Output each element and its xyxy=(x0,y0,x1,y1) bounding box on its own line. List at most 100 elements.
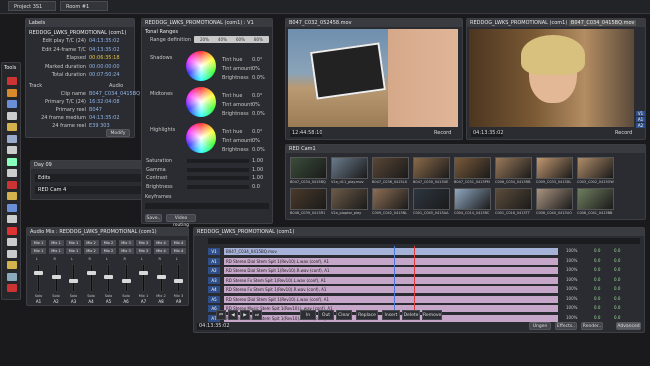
channel-button[interactable]: Solo xyxy=(66,294,81,298)
track-badge[interactable]: A1 xyxy=(636,117,645,122)
bin-item-edits[interactable]: Edits xyxy=(35,174,147,182)
track-clip[interactable]: RD Stereo Dial Stem Spit 1(Rev10).L.wav … xyxy=(224,257,558,265)
clip-thumbnail[interactable] xyxy=(495,188,532,210)
tonal-slider-track[interactable] xyxy=(187,184,249,189)
tool-icon-12[interactable] xyxy=(7,215,17,223)
fader-track[interactable] xyxy=(139,264,148,292)
slider-value[interactable]: 0.0 xyxy=(252,184,260,190)
tonal-slider-track[interactable] xyxy=(187,167,249,172)
timeline-timecode[interactable]: 04:13:35:02 xyxy=(197,323,229,330)
bus-button[interactable]: Mix 1 xyxy=(48,248,64,254)
tool-icon-13[interactable] xyxy=(7,226,17,235)
transport-forward-icon[interactable]: ⏭ xyxy=(252,310,262,320)
slider-value[interactable]: 1.00 xyxy=(252,158,263,164)
track-clip[interactable]: B047_C034_0415BQ.mov xyxy=(224,248,558,255)
transport-clear-button[interactable]: Clear xyxy=(336,310,352,320)
label-row-name[interactable]: Total duration xyxy=(29,72,86,78)
effects-button[interactable]: Effects.. xyxy=(555,322,577,330)
fader-knob[interactable] xyxy=(34,271,43,275)
keyframes-track[interactable] xyxy=(145,203,269,209)
clip-thumbnail[interactable] xyxy=(495,157,532,179)
channel-button[interactable]: Mix 1 xyxy=(136,294,151,298)
param-value[interactable]: 0% xyxy=(252,102,260,108)
param-value[interactable]: 0% xyxy=(252,138,260,144)
clip-thumbnail[interactable] xyxy=(536,157,573,179)
label-row-name[interactable]: Elapsed xyxy=(29,55,86,61)
clip-thumbnail[interactable] xyxy=(536,188,573,210)
viewer2-record-button[interactable]: Record xyxy=(615,130,632,136)
track-id[interactable]: A2 xyxy=(208,267,220,274)
clip-thumbnail[interactable] xyxy=(577,157,614,179)
tool-icon-9[interactable] xyxy=(7,180,17,189)
bus-button[interactable]: Mix 2 xyxy=(101,240,116,246)
label-row-name[interactable]: Edit 24-frame T/C xyxy=(29,47,86,53)
bus-button[interactable]: Mix 2 xyxy=(101,248,116,254)
tonal-slider-track[interactable] xyxy=(187,159,249,163)
fader-knob[interactable] xyxy=(121,279,131,283)
tool-icon-5[interactable] xyxy=(7,134,17,143)
viewer1-record-button[interactable]: Record xyxy=(434,130,451,136)
track-id[interactable]: A4 xyxy=(208,286,220,293)
tab-room[interactable]: Room #1 xyxy=(60,1,108,11)
bus-button[interactable]: Mix 4 xyxy=(153,240,169,246)
bus-button[interactable]: Mix 4 xyxy=(171,240,186,246)
bus-button[interactable]: Mix 1 xyxy=(48,240,64,246)
bus-button[interactable]: Mix 1 xyxy=(31,248,46,254)
record-video-frame[interactable] xyxy=(469,29,634,127)
bus-button[interactable]: Mix 4 xyxy=(171,248,186,254)
track-clip[interactable]: RD Stereo Dial Stem Spit 1(Rev10).R.wav … xyxy=(224,267,558,274)
fader-track[interactable] xyxy=(104,264,113,292)
clip-thumbnail[interactable] xyxy=(290,188,327,210)
fader-track[interactable] xyxy=(34,264,43,292)
clip-thumbnail[interactable] xyxy=(331,157,368,179)
track-clip[interactable]: RD Stereo Fx Stem Spit 1(Rev10).R.wav (c… xyxy=(224,286,558,293)
tool-icon-1[interactable] xyxy=(7,88,17,97)
transport-replace-button[interactable]: Replace xyxy=(356,310,378,320)
fader-knob[interactable] xyxy=(51,275,61,279)
tool-icon-16[interactable] xyxy=(7,261,17,269)
viewer2-clip[interactable]: B047_C034_0415BQ.mov xyxy=(568,20,637,26)
track-id[interactable]: V1 xyxy=(208,248,220,255)
tab-project[interactable]: Project 3S1 xyxy=(8,1,56,11)
save-button[interactable]: Save.. xyxy=(145,214,162,222)
bus-button[interactable]: Mix 2 xyxy=(83,240,99,246)
transport-out-button[interactable]: Out xyxy=(318,310,334,320)
bus-button[interactable]: Mix 3 xyxy=(136,248,151,254)
slider-value[interactable]: 1.00 xyxy=(252,175,263,181)
tool-icon-7[interactable] xyxy=(7,157,17,166)
color-wheel-highlights[interactable] xyxy=(186,123,216,153)
channel-button[interactable]: Solo xyxy=(84,294,99,298)
transport-remove-button[interactable]: Remove xyxy=(422,310,442,320)
clip-thumbnail[interactable] xyxy=(372,188,409,210)
color-wheel-shadows[interactable] xyxy=(186,51,216,81)
param-value[interactable]: 0.0% xyxy=(252,147,265,153)
tool-icon-11[interactable] xyxy=(7,203,17,212)
tool-icon-18[interactable] xyxy=(7,284,17,292)
ungen-button[interactable]: Ungen xyxy=(529,322,551,330)
transport-play-icon[interactable]: ▶ xyxy=(240,310,250,320)
clip-thumbnail[interactable] xyxy=(372,157,409,179)
fader-track[interactable] xyxy=(174,264,183,292)
modify-button[interactable]: Modify xyxy=(106,129,130,137)
bus-button[interactable]: Mix 1 xyxy=(31,240,46,246)
bus-button[interactable]: Mix 1 xyxy=(66,240,81,246)
tool-icon-17[interactable] xyxy=(7,272,17,281)
bin-item-red-cam[interactable]: RED Cam 4 xyxy=(35,186,147,194)
bus-button[interactable]: Mix 3 xyxy=(136,240,151,246)
param-value[interactable]: 0.0° xyxy=(252,93,262,99)
track-clip[interactable]: RD Stereo Fx Stem Spit 1(Rev10).L.wav (c… xyxy=(224,276,558,284)
source-video-frame[interactable] xyxy=(288,29,458,127)
viewer1-timecode[interactable]: 12:44:58:10 xyxy=(290,130,322,137)
tool-icon-14[interactable] xyxy=(7,238,17,246)
tool-icon-0[interactable] xyxy=(7,77,17,85)
fader-track[interactable] xyxy=(86,264,96,292)
track-badge[interactable]: V1 xyxy=(636,111,645,116)
tool-icon-8[interactable] xyxy=(7,169,17,177)
fader-track[interactable] xyxy=(156,264,166,292)
bus-button[interactable]: Mix 2 xyxy=(83,248,99,254)
bus-button[interactable]: Mix 3 xyxy=(118,240,134,246)
color-wheel-midtones[interactable] xyxy=(186,87,216,117)
fader-knob[interactable] xyxy=(139,271,148,275)
channel-button[interactable]: Solo xyxy=(49,294,64,298)
param-value[interactable]: 0.0% xyxy=(252,111,265,117)
